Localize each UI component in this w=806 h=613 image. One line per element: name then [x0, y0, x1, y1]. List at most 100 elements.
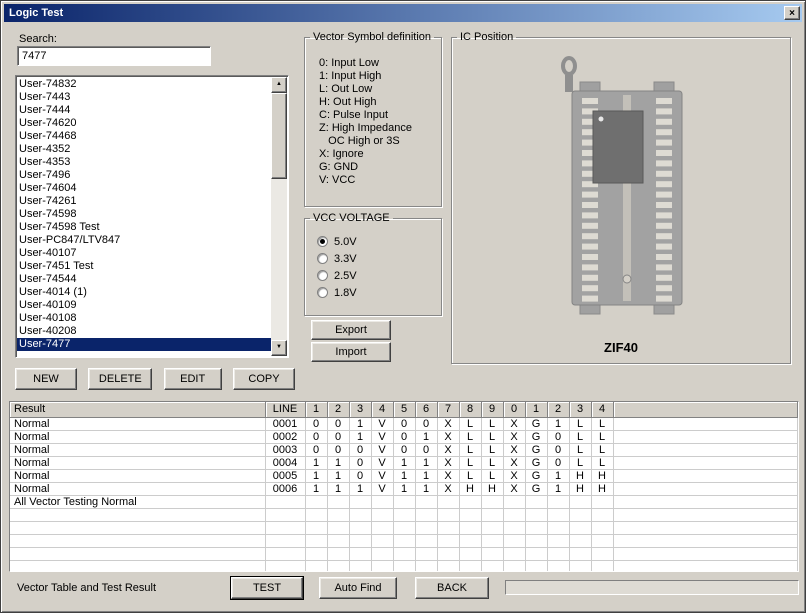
list-item[interactable]: User-40107: [17, 247, 271, 260]
pin-cell: [415, 534, 437, 547]
new-button[interactable]: NEW: [15, 368, 77, 390]
logic-test-dialog: Logic Test × Search: User-74832User-7443…: [0, 0, 806, 613]
table-row: [10, 508, 798, 521]
list-item[interactable]: User-40109: [17, 299, 271, 312]
table-row[interactable]: Normal0002001V01XLLXG0LL: [10, 430, 798, 443]
pin-cell: 0: [349, 469, 371, 482]
list-item[interactable]: User-PC847/LTV847: [17, 234, 271, 247]
pin-cell: 1: [415, 430, 437, 443]
pin-cell: [547, 508, 569, 521]
pin-cell: [305, 547, 327, 560]
table-row[interactable]: Normal0004110V11XLLXG0LL: [10, 456, 798, 469]
pin-cell: [569, 547, 591, 560]
list-item[interactable]: User-74598 Test: [17, 221, 271, 234]
delete-button[interactable]: DELETE: [88, 368, 152, 390]
arrow-down-icon: ▼: [276, 344, 282, 350]
back-button[interactable]: BACK: [415, 577, 489, 599]
pin-cell: L: [481, 417, 503, 430]
list-item[interactable]: User-7444: [17, 104, 271, 117]
radio-icon[interactable]: [317, 236, 328, 247]
vector-symbol-line: 0: Input Low: [319, 57, 441, 70]
scroll-up-button[interactable]: ▲: [271, 77, 287, 93]
pin-cell: [371, 495, 393, 508]
result-cell: Normal: [10, 456, 265, 469]
result-cell: Normal: [10, 417, 265, 430]
pin-cell: 0: [327, 443, 349, 456]
line-cell: 0006: [265, 482, 305, 495]
table-row[interactable]: Normal0001001V00XLLXG1LL: [10, 417, 798, 430]
pin-cell: [437, 521, 459, 534]
filler-cell: [613, 547, 798, 560]
list-item[interactable]: User-74620: [17, 117, 271, 130]
scrollbar-thumb[interactable]: [271, 93, 287, 179]
pin-cell: [459, 508, 481, 521]
ic-position-group-title: IC Position: [457, 31, 516, 43]
table-row[interactable]: Normal0005110V11XLLXG1HH: [10, 469, 798, 482]
result-cell: Normal: [10, 430, 265, 443]
list-item[interactable]: User-4353: [17, 156, 271, 169]
list-item[interactable]: User-74598: [17, 208, 271, 221]
pin-cell: [481, 547, 503, 560]
header-row: ResultLINE12345678901234: [10, 402, 798, 417]
radio-icon[interactable]: [317, 270, 328, 281]
vcc-option-2.5V[interactable]: 2.5V: [317, 267, 441, 284]
pin-cell: L: [459, 469, 481, 482]
vector-symbol-line: H: Out High: [319, 96, 441, 109]
list-item[interactable]: User-40208: [17, 325, 271, 338]
radio-icon[interactable]: [317, 253, 328, 264]
list-item[interactable]: User-7443: [17, 91, 271, 104]
pin-cell: V: [371, 482, 393, 495]
pin-cell: [459, 547, 481, 560]
vector-table: ResultLINE12345678901234Normal0001001V00…: [10, 402, 798, 572]
pin-cell: [481, 508, 503, 521]
edit-button[interactable]: EDIT: [164, 368, 222, 390]
list-item[interactable]: User-4352: [17, 143, 271, 156]
vcc-option-1.8V[interactable]: 1.8V: [317, 284, 441, 301]
close-button[interactable]: ×: [784, 6, 800, 20]
list-item[interactable]: User-74468: [17, 130, 271, 143]
scroll-down-button[interactable]: ▼: [271, 340, 287, 356]
list-item[interactable]: User-74544: [17, 273, 271, 286]
list-item[interactable]: User-40108: [17, 312, 271, 325]
vcc-option-5.0V[interactable]: 5.0V: [317, 233, 441, 250]
pin-cell: 1: [327, 469, 349, 482]
column-header: 6: [415, 402, 437, 417]
pin-cell: [569, 560, 591, 572]
test-button[interactable]: TEST: [231, 577, 303, 599]
pin-cell: 1: [415, 469, 437, 482]
table-row[interactable]: Normal0003000V00XLLXG0LL: [10, 443, 798, 456]
line-cell: [265, 521, 305, 534]
auto-find-button[interactable]: Auto Find: [319, 577, 397, 599]
pin-cell: H: [591, 469, 613, 482]
pin-cell: V: [371, 456, 393, 469]
search-input[interactable]: [17, 46, 211, 66]
column-header: 5: [393, 402, 415, 417]
pin-cell: [525, 521, 547, 534]
list-item[interactable]: User-74832: [17, 78, 271, 91]
pin-cell: 1: [547, 469, 569, 482]
pin-cell: 0: [547, 430, 569, 443]
list-item[interactable]: User-7451 Test: [17, 260, 271, 273]
pin-cell: [305, 495, 327, 508]
list-item[interactable]: User-74261: [17, 195, 271, 208]
list-item[interactable]: User-7477: [17, 338, 271, 351]
vcc-option-3.3V[interactable]: 3.3V: [317, 250, 441, 267]
import-button[interactable]: Import: [311, 342, 391, 362]
pin-cell: G: [525, 482, 547, 495]
pin-cell: [349, 508, 371, 521]
listbox-scrollbar[interactable]: ▲ ▼: [271, 77, 287, 356]
radio-icon[interactable]: [317, 287, 328, 298]
line-cell: 0002: [265, 430, 305, 443]
filler-cell: [613, 521, 798, 534]
pin-cell: V: [371, 417, 393, 430]
copy-button[interactable]: COPY: [233, 368, 295, 390]
list-item[interactable]: User-74604: [17, 182, 271, 195]
list-item[interactable]: User-7496: [17, 169, 271, 182]
filler-cell: [613, 469, 798, 482]
pin-cell: 0: [327, 430, 349, 443]
export-button[interactable]: Export: [311, 320, 391, 340]
list-item[interactable]: User-4014 (1): [17, 286, 271, 299]
device-listbox: User-74832User-7443User-7444User-74620Us…: [15, 75, 289, 358]
table-row[interactable]: Normal0006111V11XHHXG1HH: [10, 482, 798, 495]
line-cell: [265, 547, 305, 560]
